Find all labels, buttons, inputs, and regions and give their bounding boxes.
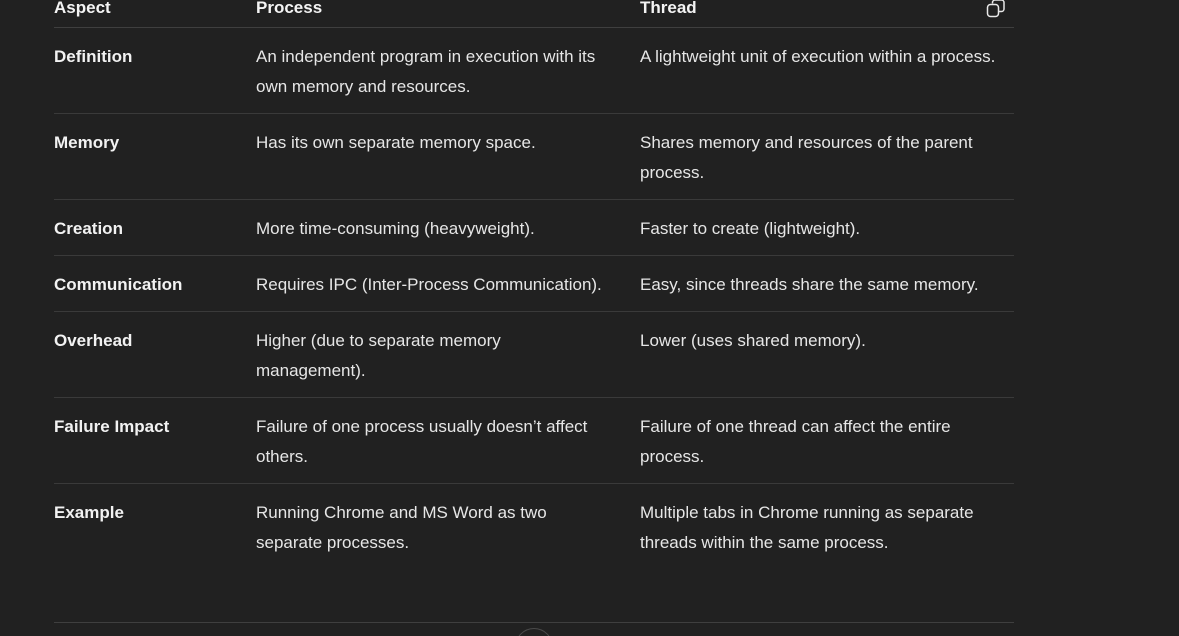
table-row: Memory Has its own separate memory space…	[54, 114, 1014, 200]
row-aspect: Creation	[54, 219, 123, 238]
table-header-row: Aspect Process Thread	[54, 0, 1014, 28]
table-row: Example Running Chrome and MS Word as tw…	[54, 484, 1014, 569]
divider	[54, 622, 1014, 623]
row-process: An independent program in execution with…	[256, 47, 596, 96]
table-row: Overhead Higher (due to separate memory …	[54, 312, 1014, 398]
table-row: Definition An independent program in exe…	[54, 28, 1014, 114]
row-thread: Faster to create (lightweight).	[640, 219, 861, 238]
comparison-table: Aspect Process Thread Definition An inde…	[54, 0, 1014, 569]
row-thread: Shares memory and resources of the paren…	[640, 133, 973, 182]
row-thread: Lower (uses shared memory).	[640, 331, 866, 350]
table-row: Communication Requires IPC (Inter-Proces…	[54, 256, 1014, 312]
copy-icon[interactable]	[986, 0, 1006, 19]
row-process: Higher (due to separate memory managemen…	[256, 331, 501, 380]
row-process: Running Chrome and MS Word as two separa…	[256, 503, 547, 552]
row-thread: A lightweight unit of execution within a…	[640, 47, 996, 66]
table-row: Failure Impact Failure of one process us…	[54, 398, 1014, 484]
row-aspect: Overhead	[54, 331, 133, 350]
row-thread: Multiple tabs in Chrome running as separ…	[640, 503, 974, 552]
row-aspect: Communication	[54, 275, 183, 294]
row-thread: Failure of one thread can affect the ent…	[640, 417, 951, 466]
row-aspect: Failure Impact	[54, 417, 170, 436]
header-process: Process	[256, 0, 323, 17]
row-thread: Easy, since threads share the same memor…	[640, 275, 979, 294]
header-thread: Thread	[640, 0, 697, 17]
table-row: Creation More time-consuming (heavyweigh…	[54, 200, 1014, 256]
header-aspect: Aspect	[54, 0, 111, 17]
row-aspect: Example	[54, 503, 124, 522]
row-process: Requires IPC (Inter-Process Communicatio…	[256, 275, 602, 294]
row-process: Has its own separate memory space.	[256, 133, 536, 152]
row-process: Failure of one process usually doesn’t a…	[256, 417, 588, 466]
scroll-down-icon[interactable]	[515, 628, 553, 636]
row-aspect: Memory	[54, 133, 120, 152]
row-process: More time-consuming (heavyweight).	[256, 219, 535, 238]
row-aspect: Definition	[54, 47, 133, 66]
